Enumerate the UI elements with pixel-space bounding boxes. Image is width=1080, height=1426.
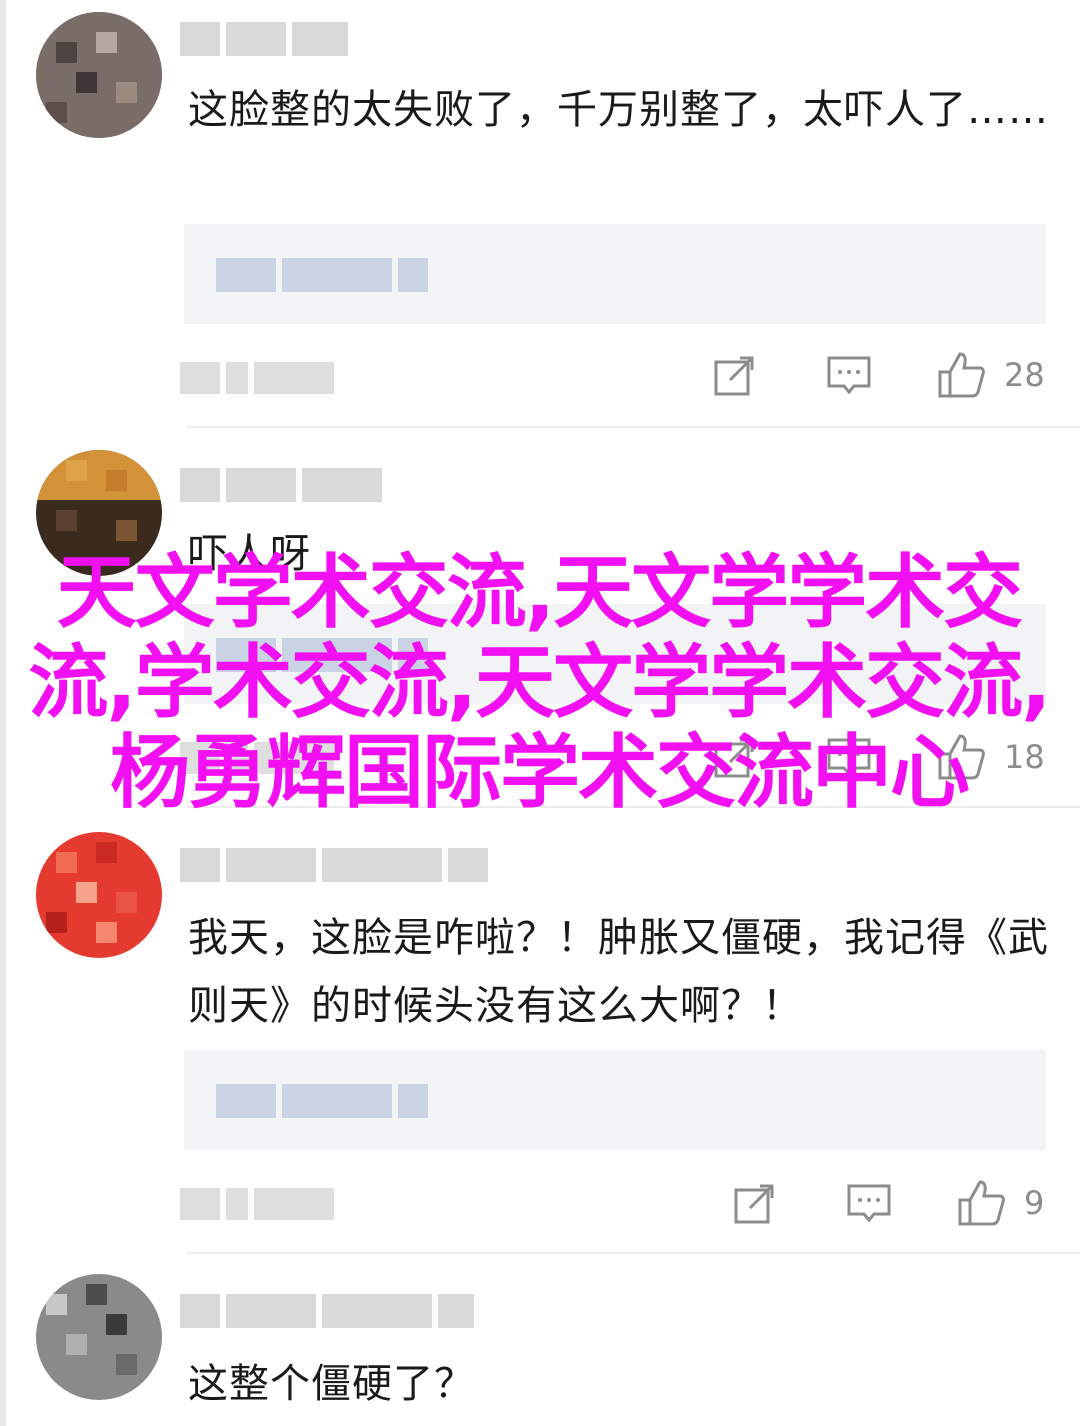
divider [186, 1252, 1080, 1254]
reply-preview[interactable] [184, 224, 1046, 324]
reply-preview[interactable] [184, 1050, 1046, 1150]
left-edge-strip [0, 0, 6, 1426]
share-icon[interactable] [732, 1182, 776, 1226]
timestamp-blurred [180, 1188, 340, 1220]
username-blurred[interactable] [180, 468, 388, 502]
username-blurred[interactable] [180, 1294, 480, 1328]
avatar[interactable] [36, 1274, 162, 1400]
thumbs-up-icon[interactable] [936, 350, 986, 400]
comment-text: 我天，这脸是咋啦？！肿胀又僵硬，我记得《武则天》的时候头没有这么大啊？！ [188, 915, 1049, 1029]
share-icon[interactable] [712, 354, 756, 398]
timestamp-blurred [180, 362, 340, 394]
like-count: 28 [1004, 356, 1045, 394]
like-count: 9 [1024, 1184, 1045, 1222]
avatar[interactable] [36, 832, 162, 958]
thumbs-up-icon[interactable] [956, 1178, 1006, 1228]
divider [186, 426, 1080, 428]
username-blurred[interactable] [180, 848, 494, 882]
username-blurred[interactable] [180, 22, 354, 56]
avatar[interactable] [36, 12, 162, 138]
comment-text: 这整个僵硬了？ [188, 1361, 475, 1407]
watermark-overlay: 天文学术交流,天文学学术交流,学术交流,天文学学术交流,杨勇辉国际学术交流中心 [28, 546, 1051, 819]
comment-icon[interactable] [846, 1182, 892, 1226]
comment-icon[interactable] [826, 354, 872, 398]
comment-text: 这脸整的太失败了，千万别整了，太吓人了…… [188, 87, 1049, 133]
